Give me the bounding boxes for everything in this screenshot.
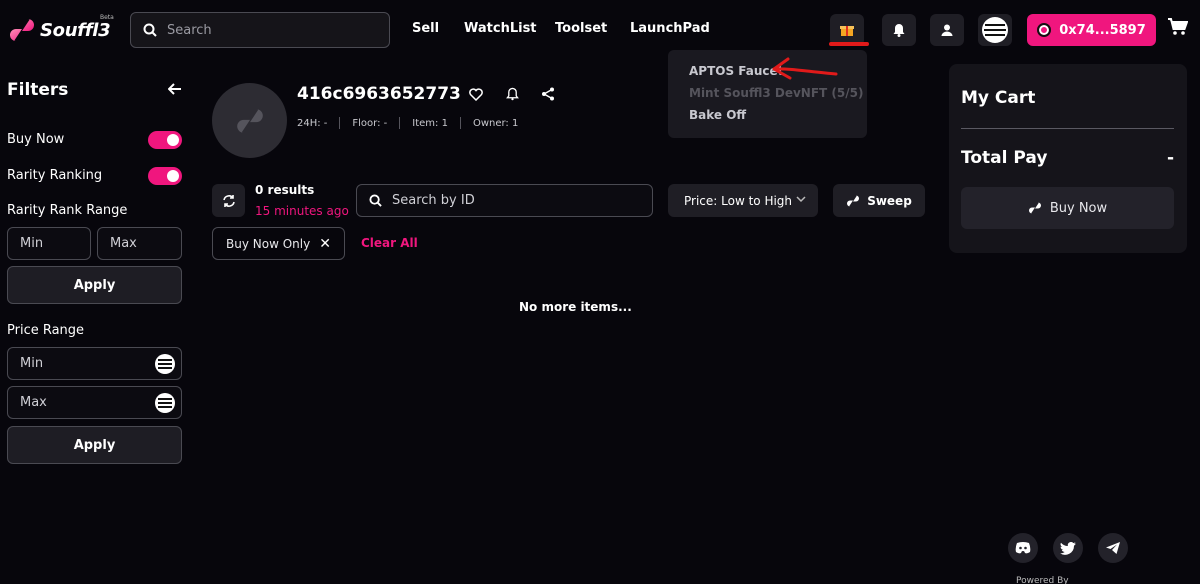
price-max-field[interactable] xyxy=(7,386,182,419)
search-icon xyxy=(143,23,157,37)
chip-label: Buy Now Only xyxy=(226,236,311,251)
gift-icon xyxy=(840,26,854,36)
notifications-button[interactable] xyxy=(882,14,916,46)
aptos-network-button[interactable] xyxy=(978,14,1012,46)
refresh-icon xyxy=(222,194,235,207)
cart-buy-now-label: Buy Now xyxy=(1049,200,1108,216)
search-input[interactable] xyxy=(167,22,367,38)
menu-item-bake-off[interactable]: Bake Off xyxy=(689,108,746,122)
collection-avatar xyxy=(212,83,287,158)
favorite-button[interactable] xyxy=(467,85,485,103)
wallet-address: 0x74...5897 xyxy=(1059,22,1146,38)
id-search-input[interactable] xyxy=(392,193,652,208)
nav-sell[interactable]: Sell xyxy=(412,21,439,36)
stat-floor: Floor: - xyxy=(352,117,388,129)
souffl3-logo-icon xyxy=(236,108,263,133)
souffl3-logo-icon xyxy=(1028,202,1041,214)
rarity-min-field[interactable] xyxy=(7,227,91,260)
watch-button[interactable] xyxy=(503,85,521,103)
price-apply-button[interactable]: Apply xyxy=(7,426,182,464)
collection-stats: 24H: - Floor: - Item: 1 Owner: 1 xyxy=(297,117,518,129)
twitter-link[interactable] xyxy=(1053,533,1083,563)
rarity-max-field[interactable] xyxy=(97,227,182,260)
buy-now-label: Buy Now xyxy=(7,132,65,147)
collection-name: 416c6963652773 xyxy=(297,84,461,104)
filters-title: Filters xyxy=(7,80,69,100)
nav-toolset[interactable]: Toolset xyxy=(555,21,607,36)
results-count: 0 results xyxy=(255,183,315,197)
stat-items: Item: 1 xyxy=(412,117,448,129)
telegram-icon xyxy=(1106,542,1120,554)
price-range-label: Price Range xyxy=(7,323,85,338)
sort-value: Price: Low to High xyxy=(684,193,793,208)
filter-chip-buy-now-only: Buy Now Only ✕ xyxy=(212,227,345,260)
souffl3-logo-icon xyxy=(847,195,860,206)
cart-divider xyxy=(961,128,1174,129)
cart-buy-now-button[interactable]: Buy Now xyxy=(961,187,1174,229)
sweep-button[interactable]: Sweep xyxy=(833,184,925,217)
wallet-button[interactable]: 0x74...5897 xyxy=(1027,14,1156,46)
cart-icon[interactable] xyxy=(1168,18,1188,36)
wallet-icon xyxy=(1037,23,1052,37)
stat-24h: 24H: - xyxy=(297,117,328,129)
logo-text: Souffl3 xyxy=(40,19,111,41)
clear-all-link[interactable]: Clear All xyxy=(361,236,418,250)
powered-by: Powered By xyxy=(1016,576,1069,584)
rarity-rank-range-label: Rarity Rank Range xyxy=(7,203,128,218)
last-updated: 15 minutes ago xyxy=(255,204,349,218)
annotation-arrow-icon xyxy=(772,57,838,80)
arrow-left-icon[interactable] xyxy=(168,82,182,96)
cart-panel: My Cart Total Pay - Buy Now xyxy=(949,64,1187,253)
rarity-ranking-toggle[interactable] xyxy=(148,167,182,185)
cart-title: My Cart xyxy=(961,88,1036,108)
rarity-max-input[interactable] xyxy=(110,236,181,251)
discord-icon xyxy=(1015,542,1031,554)
nav-watchlist[interactable]: WatchList xyxy=(464,21,537,36)
refresh-button[interactable] xyxy=(212,184,245,217)
buy-now-toggle[interactable] xyxy=(148,131,182,149)
stat-divider xyxy=(399,117,401,129)
profile-button[interactable] xyxy=(930,14,964,46)
aptos-icon xyxy=(982,17,1008,43)
rarity-apply-button[interactable]: Apply xyxy=(7,266,182,304)
stat-owners: Owner: 1 xyxy=(472,117,519,129)
logo[interactable]: Souffl3 Beta xyxy=(8,13,118,47)
close-icon[interactable]: ✕ xyxy=(319,236,331,252)
heart-icon xyxy=(469,87,483,101)
stat-divider xyxy=(339,117,341,129)
sweep-label: Sweep xyxy=(867,193,912,208)
global-search[interactable] xyxy=(130,12,390,48)
sort-select[interactable]: Price: Low to High xyxy=(668,184,818,217)
stat-divider xyxy=(459,117,461,129)
beta-badge: Beta xyxy=(100,14,114,21)
aptos-icon xyxy=(155,354,175,374)
bell-icon xyxy=(893,24,905,37)
nav-launchpad[interactable]: LaunchPad xyxy=(630,21,710,36)
user-icon xyxy=(941,24,953,36)
id-search-field[interactable] xyxy=(356,184,653,217)
annotation-underline xyxy=(829,42,869,46)
rarity-ranking-label: Rarity Ranking xyxy=(7,168,103,183)
aptos-icon xyxy=(155,393,175,413)
discord-link[interactable] xyxy=(1008,533,1038,563)
twitter-icon xyxy=(1060,541,1076,555)
share-button[interactable] xyxy=(539,85,557,103)
search-icon xyxy=(369,194,382,207)
total-pay-label: Total Pay xyxy=(961,148,1048,168)
menu-item-mint-devnft: Mint Souffl3 DevNFT (5/5) xyxy=(689,86,864,100)
rarity-min-input[interactable] xyxy=(20,236,90,251)
no-more-items: No more items... xyxy=(519,300,632,314)
total-pay-value: - xyxy=(1167,148,1175,168)
bell-icon xyxy=(505,87,519,101)
souffl3-logo-icon xyxy=(10,19,34,41)
telegram-link[interactable] xyxy=(1098,533,1128,563)
price-min-field[interactable] xyxy=(7,347,182,380)
share-icon xyxy=(542,87,554,101)
chevron-down-icon xyxy=(796,196,806,203)
